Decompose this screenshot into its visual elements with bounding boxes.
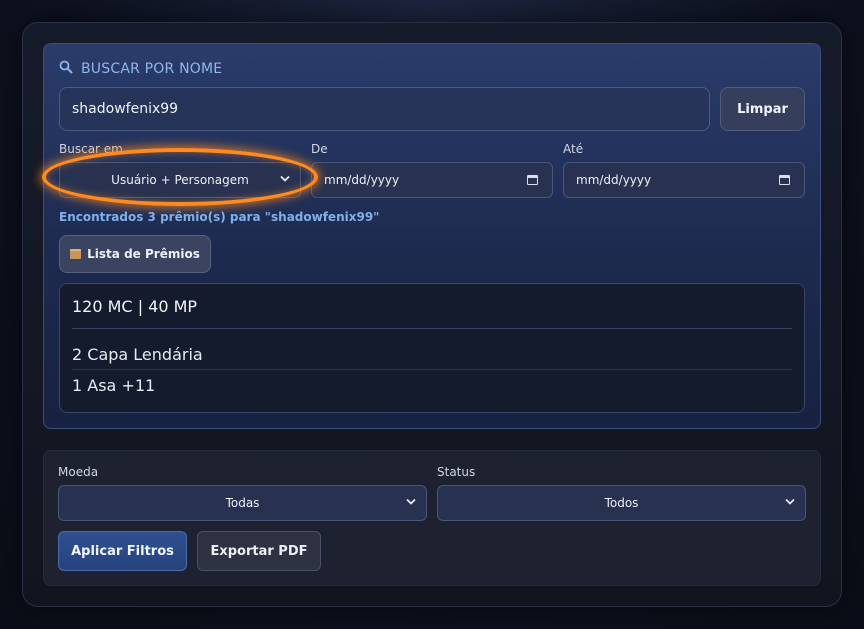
- calendar-icon[interactable]: [779, 175, 790, 185]
- prize-list-button[interactable]: Lista de Prêmios: [59, 235, 211, 273]
- from-date-label: De: [311, 142, 328, 156]
- from-date-placeholder: mm/dd/yyyy: [324, 173, 400, 187]
- divider: [72, 328, 792, 329]
- package-icon: [70, 249, 82, 259]
- apply-filters-button[interactable]: Aplicar Filtros: [58, 531, 187, 571]
- search-in-select[interactable]: Usuário + Personagem: [59, 162, 301, 198]
- divider: [72, 369, 792, 370]
- chevron-down-icon: [785, 498, 795, 509]
- search-title-text: BUSCAR POR NOME: [81, 61, 223, 77]
- prize-list-button-label: Lista de Prêmios: [87, 247, 200, 261]
- from-date-input[interactable]: mm/dd/yyyy: [311, 162, 553, 198]
- search-in-label: Buscar em: [59, 142, 123, 156]
- search-icon: [59, 60, 75, 78]
- currency-select[interactable]: Todas: [58, 485, 427, 521]
- chevron-down-icon: [280, 175, 290, 186]
- prize-summary: 120 MC | 40 MP: [72, 297, 198, 316]
- status-selected-value: Todos: [604, 496, 639, 510]
- search-in-selected-value: Usuário + Personagem: [111, 173, 249, 187]
- to-date-input[interactable]: mm/dd/yyyy: [563, 162, 805, 198]
- name-search-input[interactable]: [59, 87, 710, 131]
- currency-selected-value: Todas: [225, 496, 260, 510]
- prize-item: 2 Capa Lendária: [72, 345, 203, 364]
- currency-label: Moeda: [58, 465, 99, 479]
- to-date-placeholder: mm/dd/yyyy: [576, 173, 652, 187]
- status-select[interactable]: Todos: [437, 485, 806, 521]
- prize-item: 1 Asa +11: [72, 376, 156, 395]
- results-found-text: Encontrados 3 prêmio(s) para "shadowfeni…: [59, 210, 380, 224]
- export-pdf-button[interactable]: Exportar PDF: [197, 531, 321, 571]
- calendar-icon[interactable]: [527, 175, 538, 185]
- search-panel-title: BUSCAR POR NOME: [59, 60, 222, 78]
- clear-button[interactable]: Limpar: [720, 87, 805, 131]
- status-label: Status: [437, 465, 476, 479]
- chevron-down-icon: [406, 498, 416, 509]
- to-date-label: Até: [563, 142, 584, 156]
